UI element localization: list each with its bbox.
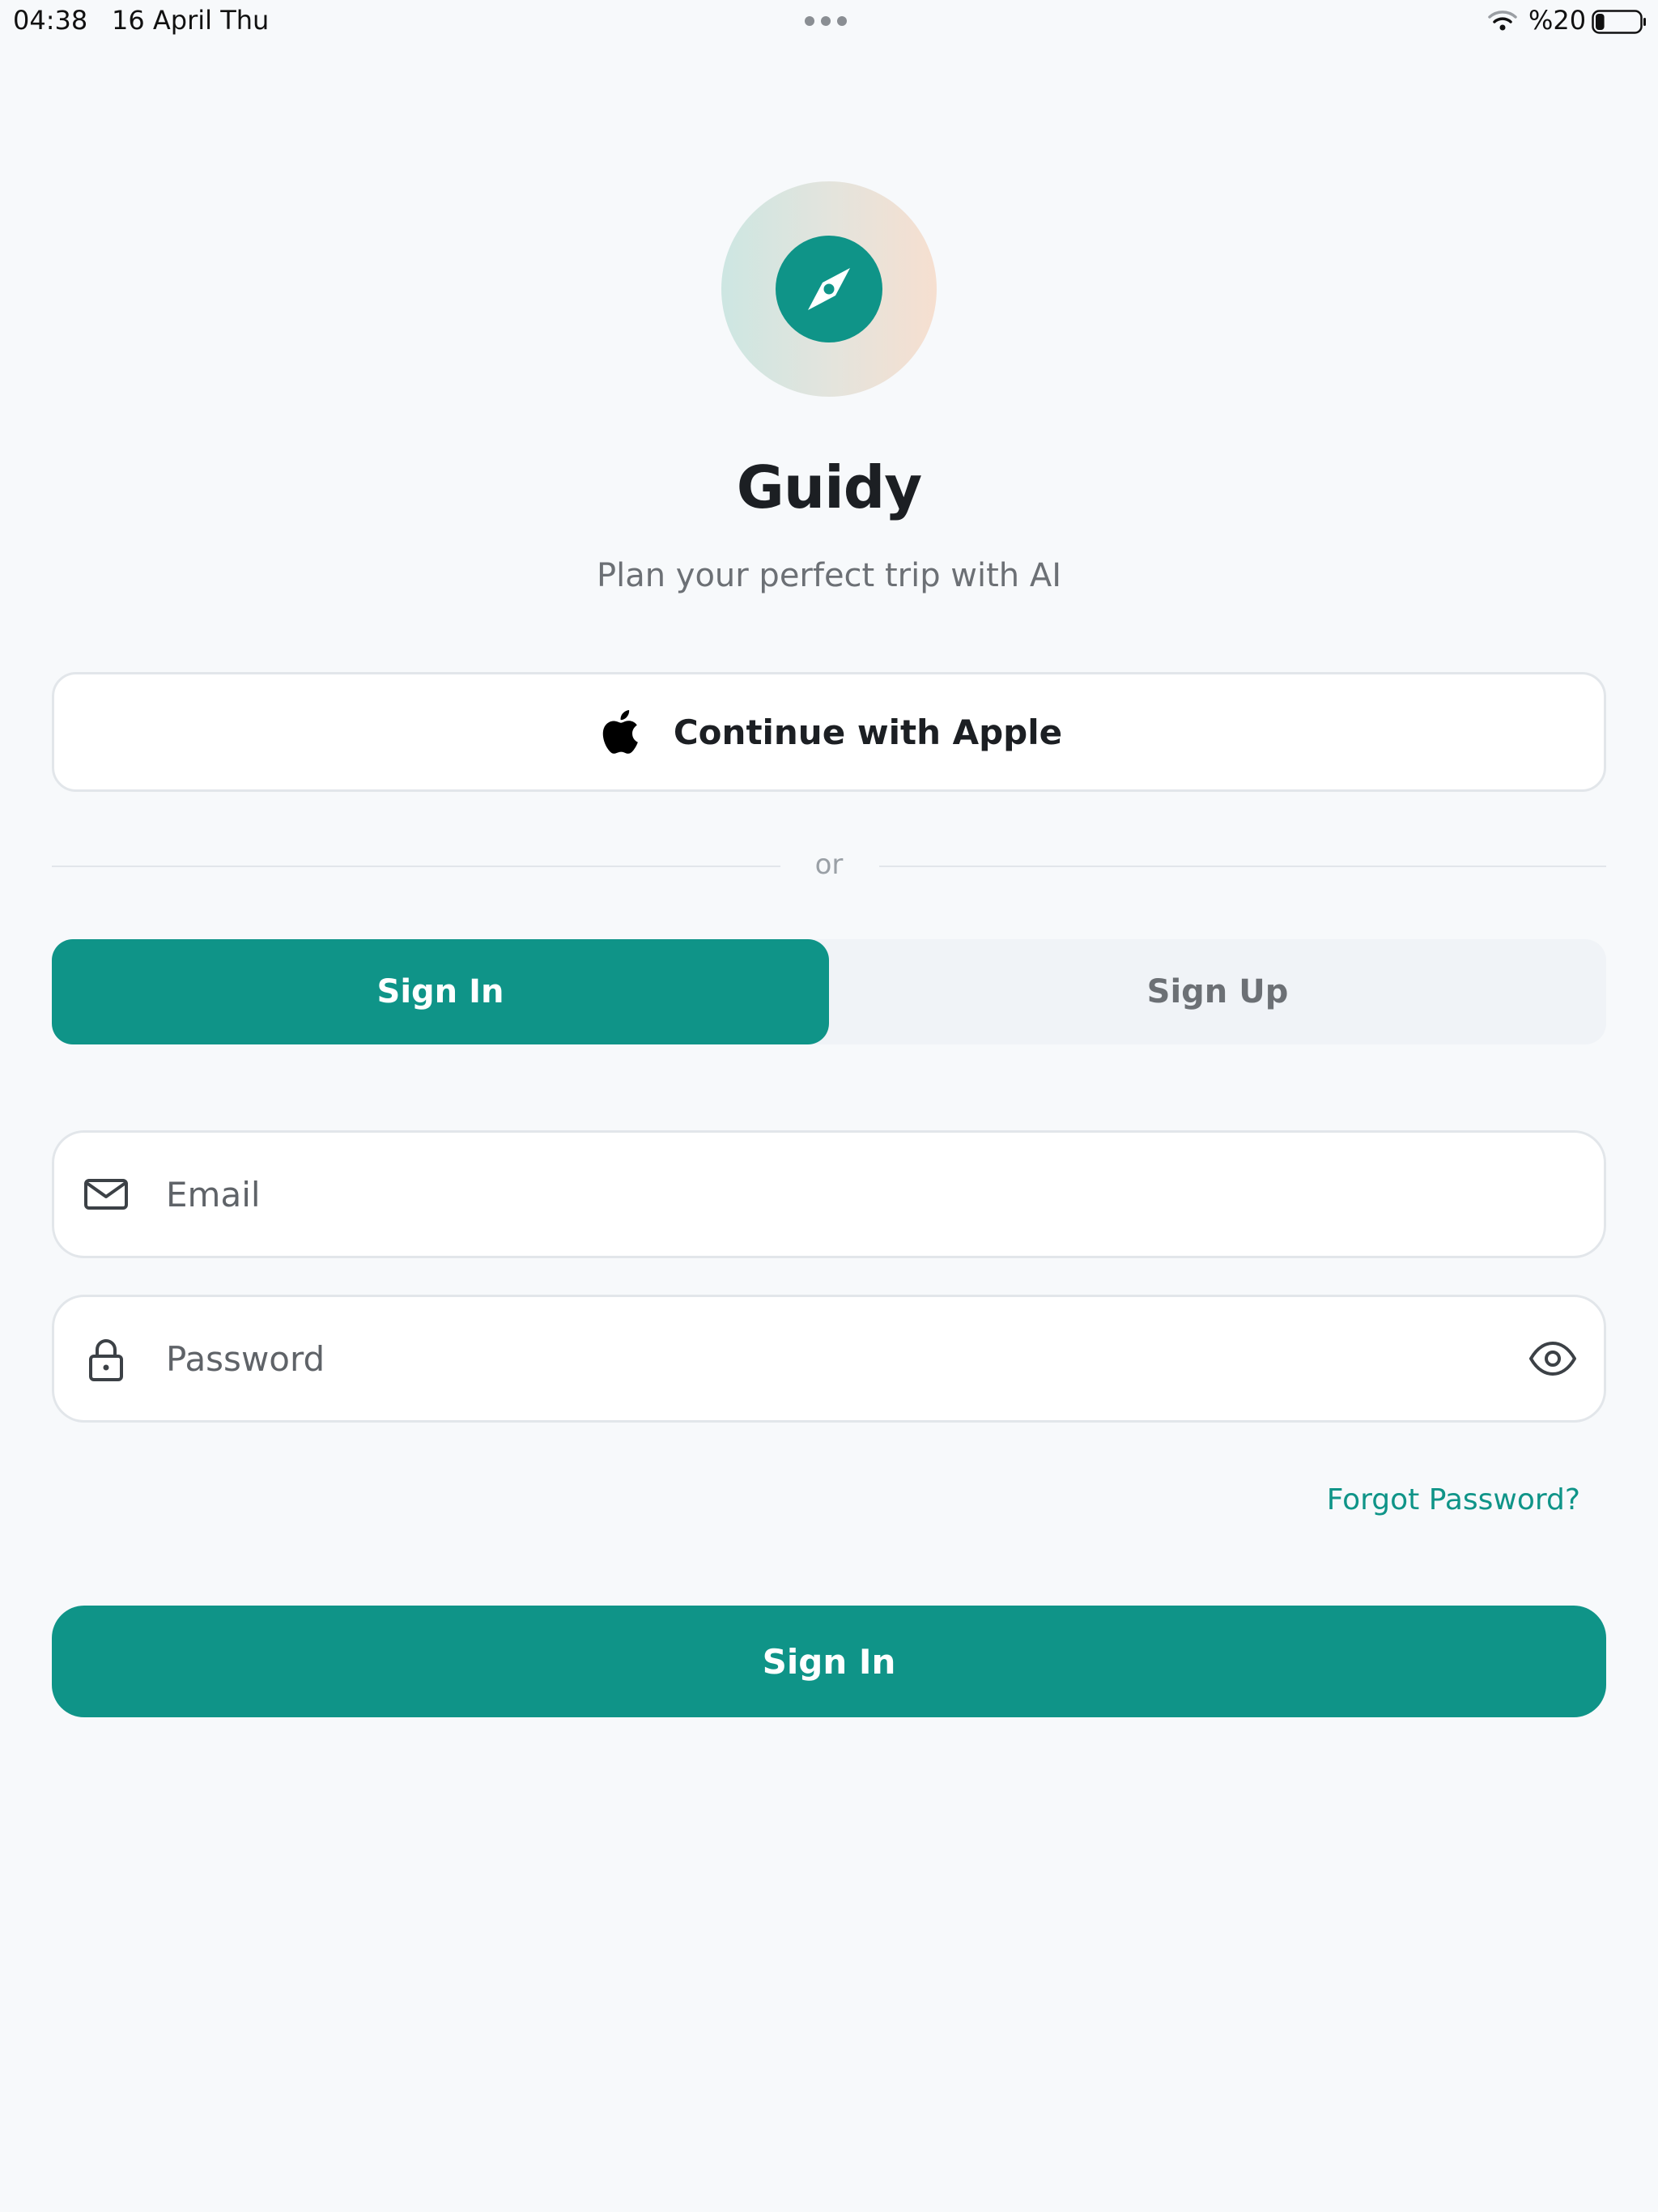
multitasking-dots-icon[interactable] <box>805 16 847 26</box>
mail-icon <box>84 1179 128 1210</box>
battery-percentage: %20 <box>1528 5 1587 36</box>
status-time: 04:38 <box>13 5 88 36</box>
logo-badge <box>776 236 882 342</box>
sign-in-button[interactable]: Sign In <box>52 1606 1606 1717</box>
email-field[interactable] <box>52 1130 1606 1258</box>
app-subtitle: Plan your perfect trip with AI <box>596 557 1062 594</box>
continue-with-apple-label: Continue with Apple <box>673 712 1063 752</box>
divider-or-text: or <box>814 849 844 881</box>
forgot-password-link[interactable]: Forgot Password? <box>1327 1483 1580 1516</box>
auth-mode-tabs: Sign In Sign Up <box>52 939 1606 1044</box>
status-date: 16 April Thu <box>112 5 270 36</box>
battery-icon <box>1592 10 1646 34</box>
tab-sign-in[interactable]: Sign In <box>52 939 829 1044</box>
compass-icon <box>808 268 850 310</box>
tab-sign-up[interactable]: Sign Up <box>829 939 1606 1044</box>
email-input[interactable] <box>166 1133 1477 1256</box>
wifi-icon <box>1488 11 1517 31</box>
status-bar: 04:38 16 April Thu %20 <box>0 0 1658 42</box>
sign-in-screen: 04:38 16 April Thu %20 Guidy Plan your p… <box>0 0 1658 2212</box>
continue-with-apple-button[interactable]: Continue with Apple <box>52 672 1606 792</box>
password-field[interactable] <box>52 1295 1606 1423</box>
password-input[interactable] <box>166 1297 1477 1420</box>
apple-icon <box>602 709 638 754</box>
app-title: Guidy <box>736 453 923 521</box>
app-logo <box>721 181 937 397</box>
divider-line-right <box>879 866 1606 867</box>
eye-icon[interactable] <box>1528 1334 1578 1384</box>
lock-icon <box>89 1339 123 1381</box>
